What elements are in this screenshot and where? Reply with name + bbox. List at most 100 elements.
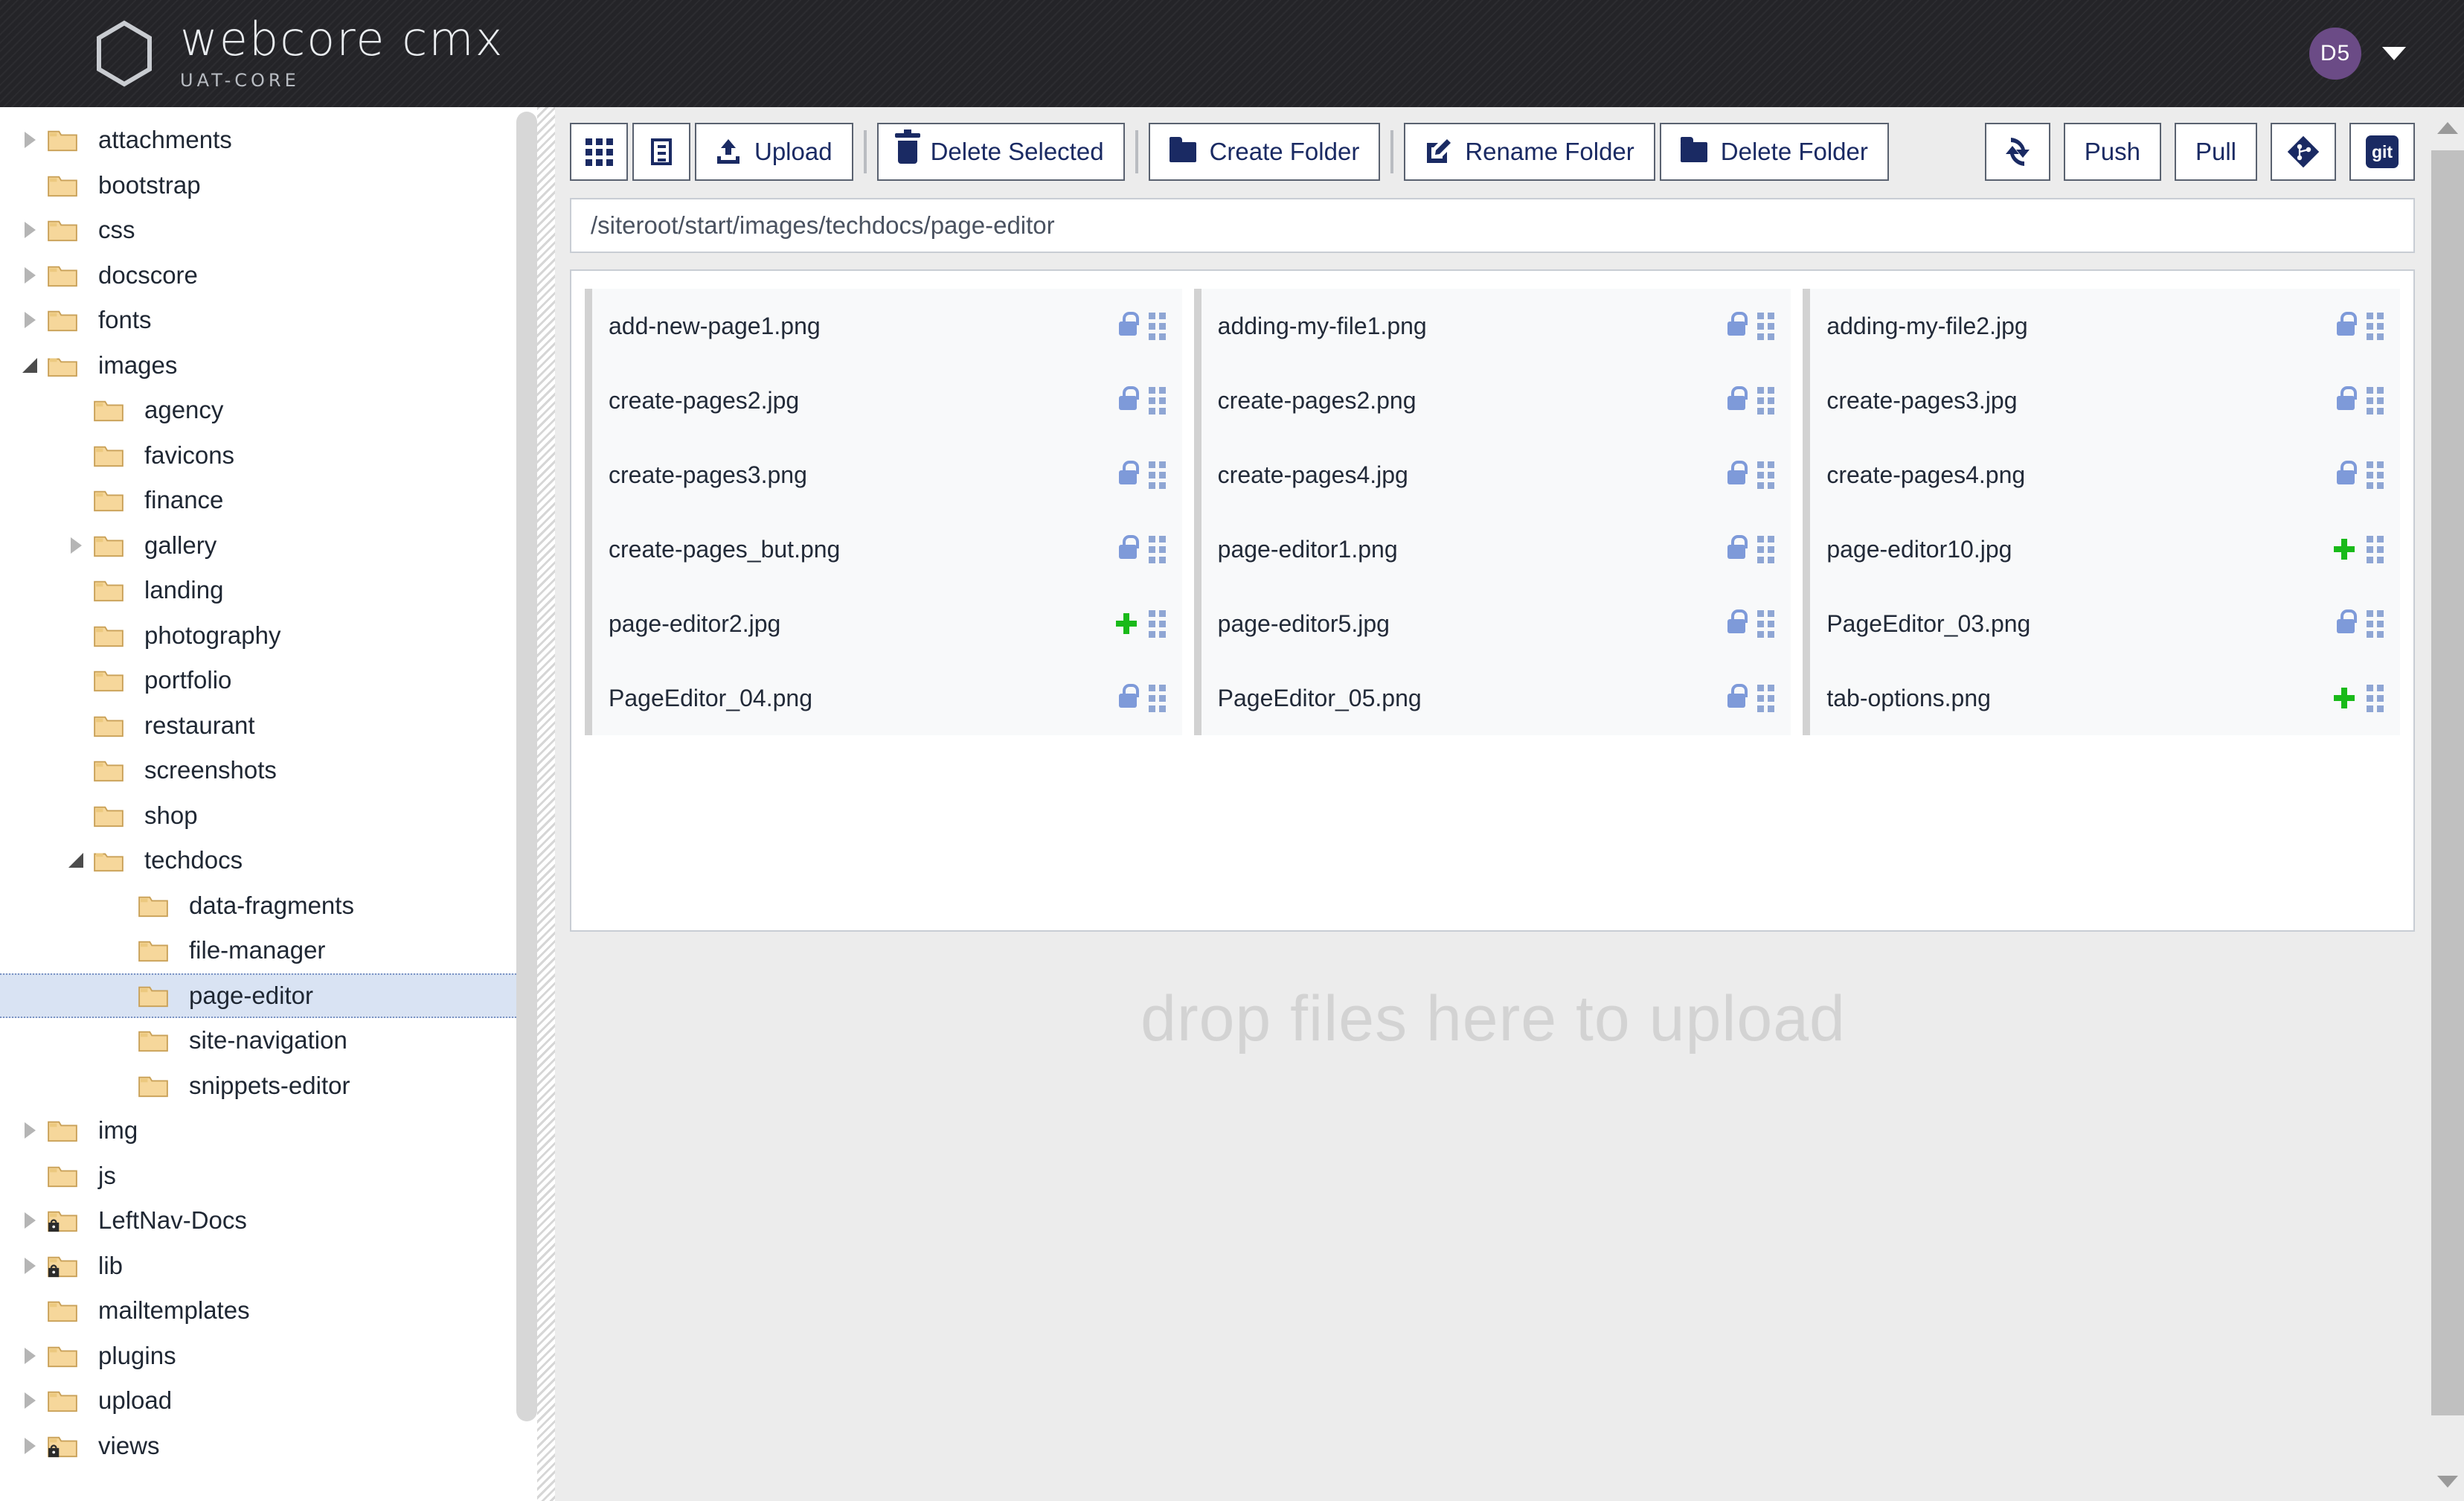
file-row[interactable]: create-pages3.png (585, 438, 1182, 512)
drag-handle-icon[interactable] (1757, 312, 1775, 340)
plus-icon[interactable] (2334, 539, 2355, 560)
file-row[interactable]: page-editor10.jpg (1803, 512, 2400, 586)
file-row[interactable]: PageEditor_03.png (1803, 586, 2400, 661)
drag-handle-icon[interactable] (1148, 312, 1166, 340)
sidebar-item-techdocs[interactable]: techdocs (0, 838, 519, 883)
lock-icon[interactable] (2337, 312, 2357, 336)
sidebar-item-plugins[interactable]: plugins (0, 1334, 519, 1379)
file-row[interactable]: page-editor5.jpg (1193, 586, 1791, 661)
git-diff-button[interactable] (2271, 123, 2336, 181)
expand-toggle[interactable] (13, 1437, 46, 1454)
drag-handle-icon[interactable] (2367, 684, 2384, 712)
chevron-down-icon[interactable] (2382, 47, 2406, 60)
rename-folder-button[interactable]: Rename Folder (1404, 123, 1655, 181)
detail-view-button[interactable] (632, 123, 690, 181)
lock-icon[interactable] (1118, 312, 1139, 336)
chevron-right-icon[interactable] (24, 1257, 36, 1274)
expand-toggle[interactable] (13, 222, 46, 239)
sidebar-item-fonts[interactable]: fonts (0, 298, 519, 343)
lock-icon[interactable] (1727, 684, 1748, 708)
lock-icon[interactable] (1118, 684, 1139, 708)
drag-handle-icon[interactable] (1148, 684, 1166, 712)
sidebar-item-landing[interactable]: landing (0, 568, 519, 613)
file-row[interactable]: adding-my-file2.jpg (1803, 289, 2400, 363)
file-row[interactable]: PageEditor_04.png (585, 661, 1182, 735)
expand-toggle[interactable] (13, 312, 46, 329)
avatar[interactable]: D5 (2309, 28, 2361, 80)
file-row[interactable]: page-editor2.jpg (585, 586, 1182, 661)
create-folder-button[interactable]: Create Folder (1148, 123, 1381, 181)
chevron-right-icon[interactable] (70, 537, 82, 554)
lock-icon[interactable] (1727, 535, 1748, 559)
sidebar-item-screenshots[interactable]: screenshots (0, 748, 519, 793)
expand-toggle[interactable] (13, 1347, 46, 1364)
sidebar-item-lib[interactable]: lib (0, 1244, 519, 1289)
push-button[interactable]: Push (2063, 123, 2161, 181)
delete-folder-button[interactable]: Delete Folder (1659, 123, 1889, 181)
file-row[interactable]: create-pages2.jpg (585, 363, 1182, 438)
drag-handle-icon[interactable] (1757, 535, 1775, 563)
drag-handle-icon[interactable] (2367, 461, 2384, 489)
user-menu[interactable]: D5 (2309, 28, 2406, 80)
lock-icon[interactable] (1727, 461, 1748, 484)
drag-handle-icon[interactable] (2367, 386, 2384, 415)
lock-icon[interactable] (1118, 535, 1139, 559)
sidebar-item-photography[interactable]: photography (0, 613, 519, 659)
sidebar-item-img[interactable]: img (0, 1108, 519, 1153)
folder-tree[interactable]: attachments bootstrap css docscore fonts imag… (0, 107, 519, 1468)
file-row[interactable]: create-pages3.jpg (1803, 363, 2400, 438)
git-button[interactable]: git (2349, 123, 2415, 181)
collapse-toggle[interactable] (60, 853, 92, 868)
lock-icon[interactable] (1727, 312, 1748, 336)
drag-handle-icon[interactable] (1757, 461, 1775, 489)
drag-handle-icon[interactable] (2367, 312, 2384, 340)
folder-tree-sidebar[interactable]: attachments bootstrap css docscore fonts imag… (0, 107, 519, 1501)
file-row[interactable]: tab-options.png (1803, 661, 2400, 735)
drag-handle-icon[interactable] (1757, 386, 1775, 415)
sidebar-item-docscore[interactable]: docscore (0, 253, 519, 298)
drag-handle-icon[interactable] (1148, 386, 1166, 415)
sidebar-item-js[interactable]: js (0, 1153, 519, 1199)
lock-icon[interactable] (2337, 386, 2357, 410)
sidebar-item-favicons[interactable]: favicons (0, 433, 519, 479)
grid-view-button[interactable] (570, 123, 628, 181)
page-scrollbar-thumb[interactable] (2431, 150, 2464, 1415)
lock-icon[interactable] (2337, 461, 2357, 484)
plus-icon[interactable] (1115, 613, 1137, 634)
chevron-right-icon[interactable] (24, 1122, 36, 1139)
drag-handle-icon[interactable] (2367, 609, 2384, 638)
collapse-toggle[interactable] (13, 357, 46, 373)
sidebar-splitter-handle[interactable] (537, 107, 555, 1501)
file-row[interactable]: add-new-page1.png (585, 289, 1182, 363)
lock-icon[interactable] (2337, 609, 2357, 633)
sidebar-item-leftnav-docs[interactable]: LeftNav-Docs (0, 1198, 519, 1244)
chevron-right-icon[interactable] (24, 1212, 36, 1229)
sidebar-item-images[interactable]: images (0, 343, 519, 388)
expand-toggle[interactable] (13, 1392, 46, 1409)
scroll-up-arrow-icon[interactable] (2437, 122, 2458, 134)
page-scrollbar[interactable] (2431, 107, 2464, 1501)
path-bar[interactable]: /siteroot/start/images/techdocs/page-edi… (570, 198, 2415, 253)
drag-handle-icon[interactable] (1757, 684, 1775, 712)
expand-toggle[interactable] (13, 266, 46, 284)
sidebar-item-data-fragments[interactable]: data-fragments (0, 883, 519, 929)
file-row[interactable]: create-pages4.jpg (1193, 438, 1791, 512)
chevron-right-icon[interactable] (24, 1437, 36, 1454)
lock-icon[interactable] (1727, 386, 1748, 410)
drag-handle-icon[interactable] (1148, 609, 1166, 638)
chevron-right-icon[interactable] (24, 1347, 36, 1364)
chevron-right-icon[interactable] (24, 1392, 36, 1409)
sidebar-item-attachments[interactable]: attachments (0, 118, 519, 163)
sidebar-item-views[interactable]: views (0, 1424, 519, 1469)
file-row[interactable]: adding-my-file1.png (1193, 289, 1791, 363)
chevron-right-icon[interactable] (24, 222, 36, 239)
sidebar-item-css[interactable]: css (0, 208, 519, 253)
sidebar-item-shop[interactable]: shop (0, 793, 519, 839)
file-row[interactable]: page-editor1.png (1193, 512, 1791, 586)
chevron-down-icon[interactable] (68, 853, 83, 868)
chevron-right-icon[interactable] (24, 312, 36, 329)
plus-icon[interactable] (2334, 688, 2355, 708)
expand-toggle[interactable] (13, 1257, 46, 1274)
scroll-down-arrow-icon[interactable] (2437, 1476, 2458, 1488)
upload-dropzone[interactable]: drop files here to upload (555, 951, 2431, 1501)
